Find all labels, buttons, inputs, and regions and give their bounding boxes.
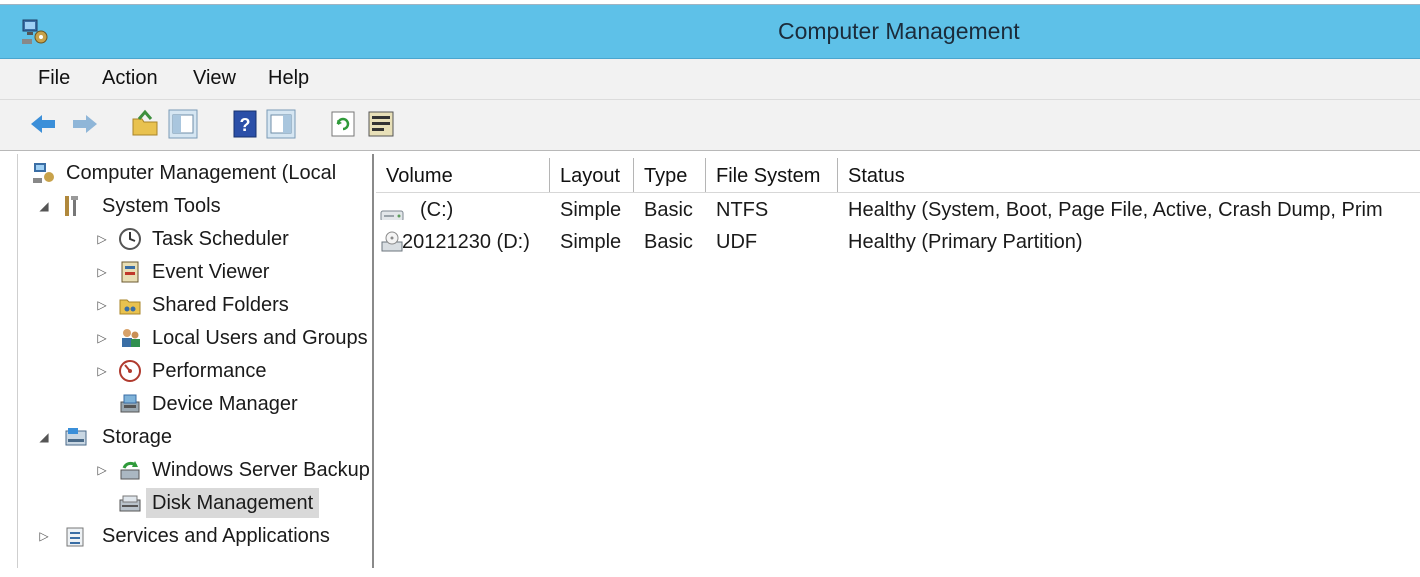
- disk-management-icon: [118, 491, 142, 515]
- backup-icon: [118, 458, 142, 482]
- console-tree: Computer Management (Local ◢ System Tool…: [18, 154, 374, 568]
- volume-list: Volume Layout Type File System Status (C…: [376, 154, 1420, 568]
- status-cell: Healthy (System, Boot, Page File, Active…: [848, 199, 1383, 221]
- expand-triangle-icon[interactable]: ▷: [94, 356, 110, 386]
- layout-cell: Simple: [560, 231, 622, 253]
- collapse-triangle-icon[interactable]: ◢: [36, 191, 52, 221]
- back-arrow-icon[interactable]: [28, 109, 58, 139]
- refresh-icon[interactable]: [328, 109, 358, 139]
- storage-icon: [64, 425, 88, 449]
- column-header-layout[interactable]: Layout: [550, 158, 634, 192]
- performance-gauge-icon: [118, 359, 142, 383]
- shared-folder-icon: [118, 293, 142, 317]
- menu-help[interactable]: Help: [268, 67, 309, 90]
- services-icon: [64, 524, 88, 548]
- system-tools-icon: [60, 194, 84, 218]
- export-list-icon[interactable]: [366, 109, 396, 139]
- expand-triangle-icon[interactable]: ▷: [94, 290, 110, 320]
- device-manager-icon: [118, 392, 142, 416]
- column-header-file-system[interactable]: File System: [706, 158, 838, 192]
- type-cell: Basic: [644, 199, 693, 221]
- layout-cell: Simple: [560, 199, 622, 221]
- file-system-cell: UDF: [716, 231, 758, 253]
- collapse-triangle-icon[interactable]: ◢: [36, 422, 52, 452]
- svg-text:?: ?: [240, 115, 251, 135]
- expand-triangle-icon[interactable]: ▷: [36, 521, 52, 551]
- menu-view[interactable]: View: [193, 67, 236, 90]
- help-icon[interactable]: ?: [230, 109, 260, 139]
- expand-triangle-icon[interactable]: ▷: [94, 323, 110, 353]
- volume-cell: 20121230 (D:): [402, 231, 530, 253]
- menu-file[interactable]: File: [38, 67, 70, 90]
- menu-bar: File Action View Help: [0, 59, 1420, 100]
- header-divider: [376, 192, 1420, 193]
- event-viewer-icon: [118, 260, 142, 284]
- column-header-status[interactable]: Status: [838, 158, 1420, 192]
- show-hide-tree-icon[interactable]: [168, 109, 198, 139]
- expand-triangle-icon[interactable]: ▷: [94, 257, 110, 287]
- file-system-cell: NTFS: [716, 199, 769, 221]
- column-header-volume[interactable]: Volume: [376, 158, 550, 192]
- drive-icon: [380, 202, 406, 220]
- users-icon: [118, 326, 142, 350]
- title-bar[interactable]: Computer Management: [0, 5, 1420, 59]
- computer-management-icon: [32, 161, 56, 185]
- table-row[interactable]: 20121230 (D:) Simple Basic UDF Healthy (…: [376, 226, 1420, 258]
- up-folder-icon[interactable]: [130, 109, 160, 139]
- show-hide-action-pane-icon[interactable]: [266, 109, 296, 139]
- type-cell: Basic: [644, 231, 693, 253]
- clock-icon: [118, 227, 142, 251]
- window-bottom-edge: [0, 568, 1420, 577]
- window-title: Computer Management: [778, 18, 1020, 44]
- forward-arrow-icon[interactable]: [70, 109, 100, 139]
- status-cell: Healthy (Primary Partition): [848, 231, 1083, 253]
- expand-triangle-icon[interactable]: ▷: [94, 224, 110, 254]
- menu-action[interactable]: Action: [102, 67, 158, 90]
- volume-cell: (C:): [420, 199, 454, 221]
- toolbar: ?: [0, 100, 1420, 151]
- column-header-type[interactable]: Type: [634, 158, 706, 192]
- table-row[interactable]: (C:) Simple Basic NTFS Healthy (System, …: [376, 194, 1420, 226]
- expand-triangle-icon[interactable]: ▷: [94, 455, 110, 485]
